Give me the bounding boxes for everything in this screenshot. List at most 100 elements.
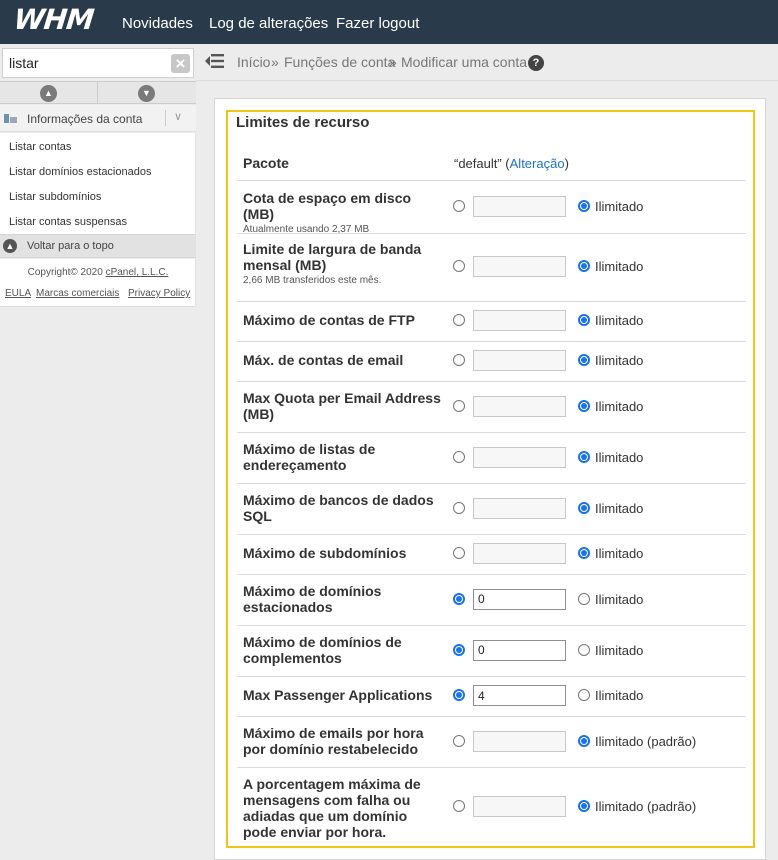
limit-cota-de-espaco-em-disco-mb-unlimited-radio[interactable] xyxy=(578,200,590,212)
row-divider xyxy=(237,341,746,342)
nav-novidades[interactable]: Novidades xyxy=(122,15,193,32)
arrow-down-icon[interactable]: ▼ xyxy=(138,85,155,102)
sidebar: × ▲ ▼ Informações da conta ∨ Listar cont… xyxy=(0,44,196,860)
row-divider xyxy=(237,574,746,575)
limit-limite-de-largura-de-banda-mensal-mb-custom-radio[interactable] xyxy=(453,260,465,272)
breadcrumb: Início » Funções de conta » Modificar um… xyxy=(196,44,778,81)
copyright: Copyright© 2020 cPanel, L.L.C. xyxy=(0,267,196,278)
limit-cota-de-espaco-em-disco-mb-label-text: Cota de espaço em disco (MB) xyxy=(243,190,412,222)
top-bar: WHM Novidades Log de alterações Fazer lo… xyxy=(0,0,778,44)
category-header[interactable]: Informações da conta ∨ xyxy=(0,105,196,132)
breadcrumb-account-functions[interactable]: Funções de conta xyxy=(284,54,395,70)
trademarks-link[interactable]: Marcas comerciais xyxy=(36,288,119,299)
limit-maximo-de-dominios-de-complementos-unlimited-radio[interactable] xyxy=(578,643,590,656)
sidebar-item-dominios-estacionados[interactable]: Listar domínios estacionados xyxy=(9,166,151,178)
cpanel-link[interactable]: cPanel, L.L.C. xyxy=(106,267,169,278)
limit-maximo-de-dominios-de-complementos-label-text: Máximo de domínios de complementos xyxy=(243,634,402,666)
limit-maximo-de-emails-por-hora-por-dominio-re-input[interactable] xyxy=(473,730,566,752)
limit-maximo-de-dominios-estacionados-label-text: Máximo de domínios estacionados xyxy=(243,583,382,615)
limit-maximo-de-listas-de-enderecamento-unlimited-label: Ilimitado xyxy=(595,449,644,465)
divider xyxy=(97,82,98,103)
whm-logo[interactable]: WHM xyxy=(12,3,95,36)
limit-maximo-de-subdominios-custom-radio[interactable] xyxy=(453,547,465,559)
sidebar-item-subdominios[interactable]: Listar subdomínios xyxy=(9,191,101,203)
limit-cota-de-espaco-em-disco-mb-input[interactable] xyxy=(473,196,566,217)
limit-maximo-de-dominios-estacionados-label: Máximo de domínios estacionados xyxy=(243,583,443,615)
copyright-text: Copyright© 2020 xyxy=(27,267,106,278)
limit-max-quota-per-email-address-mb-unlimited-radio[interactable] xyxy=(578,399,590,412)
limit-max-passenger-applications-label-text: Max Passenger Applications xyxy=(243,687,433,703)
limit-maximo-de-bancos-de-dados-sql-unlimited-radio[interactable] xyxy=(578,501,590,514)
limit-maximo-de-dominios-de-complementos-input[interactable] xyxy=(473,639,566,661)
limit-maximo-de-listas-de-enderecamento-label: Máximo de listas de endereçamento xyxy=(243,441,443,473)
limit-max-passenger-applications-unlimited-radio[interactable] xyxy=(578,689,590,701)
limit-maximo-de-listas-de-enderecamento-custom-radio[interactable] xyxy=(453,450,465,463)
limit-maximo-de-dominios-de-complementos-label: Máximo de domínios de complementos xyxy=(243,634,443,666)
chevron-down-icon[interactable]: ∨ xyxy=(174,110,182,123)
limit-max-de-contas-de-email-input[interactable] xyxy=(473,350,566,371)
limit-maximo-de-dominios-estacionados-custom-radio[interactable] xyxy=(453,592,465,605)
limit-max-quota-per-email-address-mb-input[interactable] xyxy=(473,395,566,417)
limit-max-de-contas-de-email-label: Máx. de contas de email xyxy=(243,352,443,368)
eula-link[interactable]: EULA xyxy=(5,288,31,299)
sidebar-item-listar-contas[interactable]: Listar contas xyxy=(9,141,71,153)
limit-max-quota-per-email-address-mb-label: Max Quota per Email Address (MB) xyxy=(243,390,443,422)
limit-maximo-de-emails-por-hora-por-dominio-re-unlimited-radio[interactable] xyxy=(578,734,590,747)
limit-maximo-de-emails-por-hora-por-dominio-re-label: Máximo de emails por hora por domínio re… xyxy=(243,725,443,757)
limit-maximo-de-contas-de-ftp-unlimited-label: Ilimitado xyxy=(595,313,644,328)
limit-a-porcentagem-maxima-de-mensagens-com-fa-custom-radio[interactable] xyxy=(453,800,465,812)
limit-a-porcentagem-maxima-de-mensagens-com-fa-unlimited-radio[interactable] xyxy=(578,800,590,812)
breadcrumb-current: Modificar uma conta xyxy=(401,54,528,70)
limit-max-passenger-applications-input[interactable] xyxy=(473,685,566,706)
limit-maximo-de-listas-de-enderecamento-input[interactable] xyxy=(473,446,566,468)
menu-toggle-icon[interactable] xyxy=(204,52,224,70)
limit-maximo-de-bancos-de-dados-sql-label-text: Máximo de bancos de dados SQL xyxy=(243,492,434,524)
row-divider xyxy=(237,625,746,626)
close-icon[interactable]: × xyxy=(171,54,190,73)
search-input[interactable] xyxy=(3,49,163,77)
limit-a-porcentagem-maxima-de-mensagens-com-fa-input[interactable] xyxy=(473,796,566,817)
row-divider xyxy=(237,534,746,535)
category-label: Informações da conta xyxy=(27,112,143,126)
limit-max-quota-per-email-address-mb-unlimited-label: Ilimitado xyxy=(595,398,644,414)
divider xyxy=(165,110,166,126)
limit-limite-de-largura-de-banda-mensal-mb-input[interactable] xyxy=(473,256,566,277)
row-divider xyxy=(237,233,746,234)
back-to-top-button[interactable]: ▲ Voltar para o topo xyxy=(0,234,196,258)
limit-limite-de-largura-de-banda-mensal-mb-unlimited-radio[interactable] xyxy=(578,260,590,272)
package-change-link[interactable]: Alteração xyxy=(510,156,565,171)
row-divider xyxy=(237,180,746,181)
limit-maximo-de-dominios-estacionados-unlimited-label: Ilimitado xyxy=(595,591,644,607)
row-divider xyxy=(237,716,746,717)
limit-maximo-de-contas-de-ftp-input[interactable] xyxy=(473,310,566,331)
limit-max-quota-per-email-address-mb-custom-radio[interactable] xyxy=(453,399,465,412)
row-divider xyxy=(237,767,746,768)
limit-maximo-de-dominios-de-complementos-custom-radio[interactable] xyxy=(453,643,465,656)
limit-max-passenger-applications-custom-radio[interactable] xyxy=(453,689,465,701)
limit-maximo-de-dominios-estacionados-unlimited-radio[interactable] xyxy=(578,592,590,605)
limit-maximo-de-subdominios-input[interactable] xyxy=(473,543,566,564)
nav-log-alteracoes[interactable]: Log de alterações xyxy=(209,15,328,32)
help-icon[interactable]: ? xyxy=(528,55,544,71)
limit-maximo-de-contas-de-ftp-custom-radio[interactable] xyxy=(453,314,465,326)
limit-maximo-de-contas-de-ftp-unlimited-radio[interactable] xyxy=(578,314,590,326)
limit-maximo-de-contas-de-ftp-label-text: Máximo de contas de FTP xyxy=(243,312,415,328)
breadcrumb-home[interactable]: Início xyxy=(237,54,270,70)
limit-maximo-de-emails-por-hora-por-dominio-re-custom-radio[interactable] xyxy=(453,734,465,747)
limit-maximo-de-bancos-de-dados-sql-label: Máximo de bancos de dados SQL xyxy=(243,492,443,524)
limit-maximo-de-bancos-de-dados-sql-input[interactable] xyxy=(473,497,566,519)
limit-max-de-contas-de-email-unlimited-radio[interactable] xyxy=(578,354,590,366)
nav-logout[interactable]: Fazer logout xyxy=(336,15,419,32)
limit-cota-de-espaco-em-disco-mb-custom-radio[interactable] xyxy=(453,200,465,212)
limit-cota-de-espaco-em-disco-mb-usage-note: Atualmente usando 2,37 MB xyxy=(243,224,370,235)
limit-maximo-de-bancos-de-dados-sql-custom-radio[interactable] xyxy=(453,501,465,514)
limit-max-de-contas-de-email-custom-radio[interactable] xyxy=(453,354,465,366)
back-to-top-label: Voltar para o topo xyxy=(27,240,114,252)
privacy-policy-link[interactable]: Privacy Policy xyxy=(128,288,190,299)
limit-maximo-de-subdominios-unlimited-radio[interactable] xyxy=(578,547,590,559)
sidebar-item-contas-suspensas[interactable]: Listar contas suspensas xyxy=(9,216,127,228)
limit-maximo-de-dominios-estacionados-input[interactable] xyxy=(473,588,566,610)
limit-maximo-de-listas-de-enderecamento-unlimited-radio[interactable] xyxy=(578,450,590,463)
sidebar-footer: Copyright© 2020 cPanel, L.L.C. EULA Marc… xyxy=(0,259,196,307)
arrow-up-icon[interactable]: ▲ xyxy=(40,85,57,102)
